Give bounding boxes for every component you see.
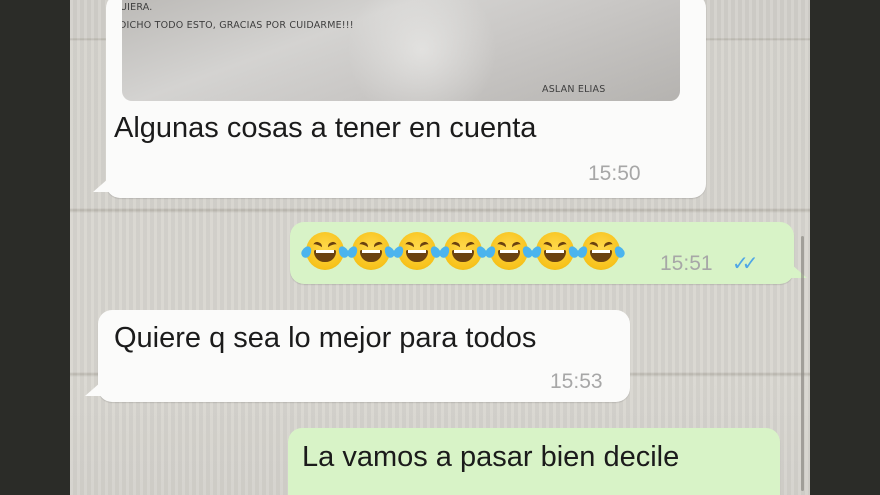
message-bubble-incoming[interactable]: Quiere q sea lo mejor para todos 15:53 bbox=[85, 310, 630, 402]
message-time: 15:51 bbox=[660, 252, 713, 275]
double-check-icon: ✓✓ bbox=[732, 253, 758, 275]
message-text: Algunas cosas a tener en cuenta bbox=[114, 112, 537, 144]
image-text-line: UIERA. bbox=[122, 2, 153, 13]
face-with-tears-of-joy-icon bbox=[483, 232, 535, 270]
face-with-tears-of-joy-icon bbox=[391, 232, 443, 270]
face-with-tears-of-joy-icon bbox=[575, 232, 627, 270]
image-signature: ASLAN ELIAS bbox=[542, 84, 606, 95]
message-text: La vamos a pasar bien decile bbox=[302, 441, 680, 473]
message-time: 15:50 bbox=[588, 162, 641, 185]
face-with-tears-of-joy-icon bbox=[529, 232, 581, 270]
bubble-tail bbox=[93, 178, 109, 192]
message-bubble-outgoing[interactable]: La vamos a pasar bien decile bbox=[288, 428, 780, 495]
image-text-line: DICHO TODO ESTO, GRACIAS POR CUIDARME!!! bbox=[122, 20, 354, 31]
emoji-row bbox=[299, 232, 627, 270]
message-text: Quiere q sea lo mejor para todos bbox=[114, 322, 537, 354]
bubble-tail bbox=[85, 382, 101, 396]
face-with-tears-of-joy-icon bbox=[345, 232, 397, 270]
chat-area[interactable]: UIERA. DICHO TODO ESTO, GRACIAS POR CUID… bbox=[70, 0, 810, 495]
message-time: 15:53 bbox=[550, 370, 603, 393]
face-with-tears-of-joy-icon bbox=[299, 232, 351, 270]
face-with-tears-of-joy-icon bbox=[437, 232, 489, 270]
message-bubble-incoming[interactable]: UIERA. DICHO TODO ESTO, GRACIAS POR CUID… bbox=[93, 0, 706, 198]
bubble-tail bbox=[791, 264, 807, 278]
scrollbar[interactable] bbox=[801, 236, 804, 491]
image-attachment[interactable]: UIERA. DICHO TODO ESTO, GRACIAS POR CUID… bbox=[122, 0, 680, 101]
message-bubble-outgoing[interactable]: 15:51 ✓✓ bbox=[290, 222, 807, 284]
